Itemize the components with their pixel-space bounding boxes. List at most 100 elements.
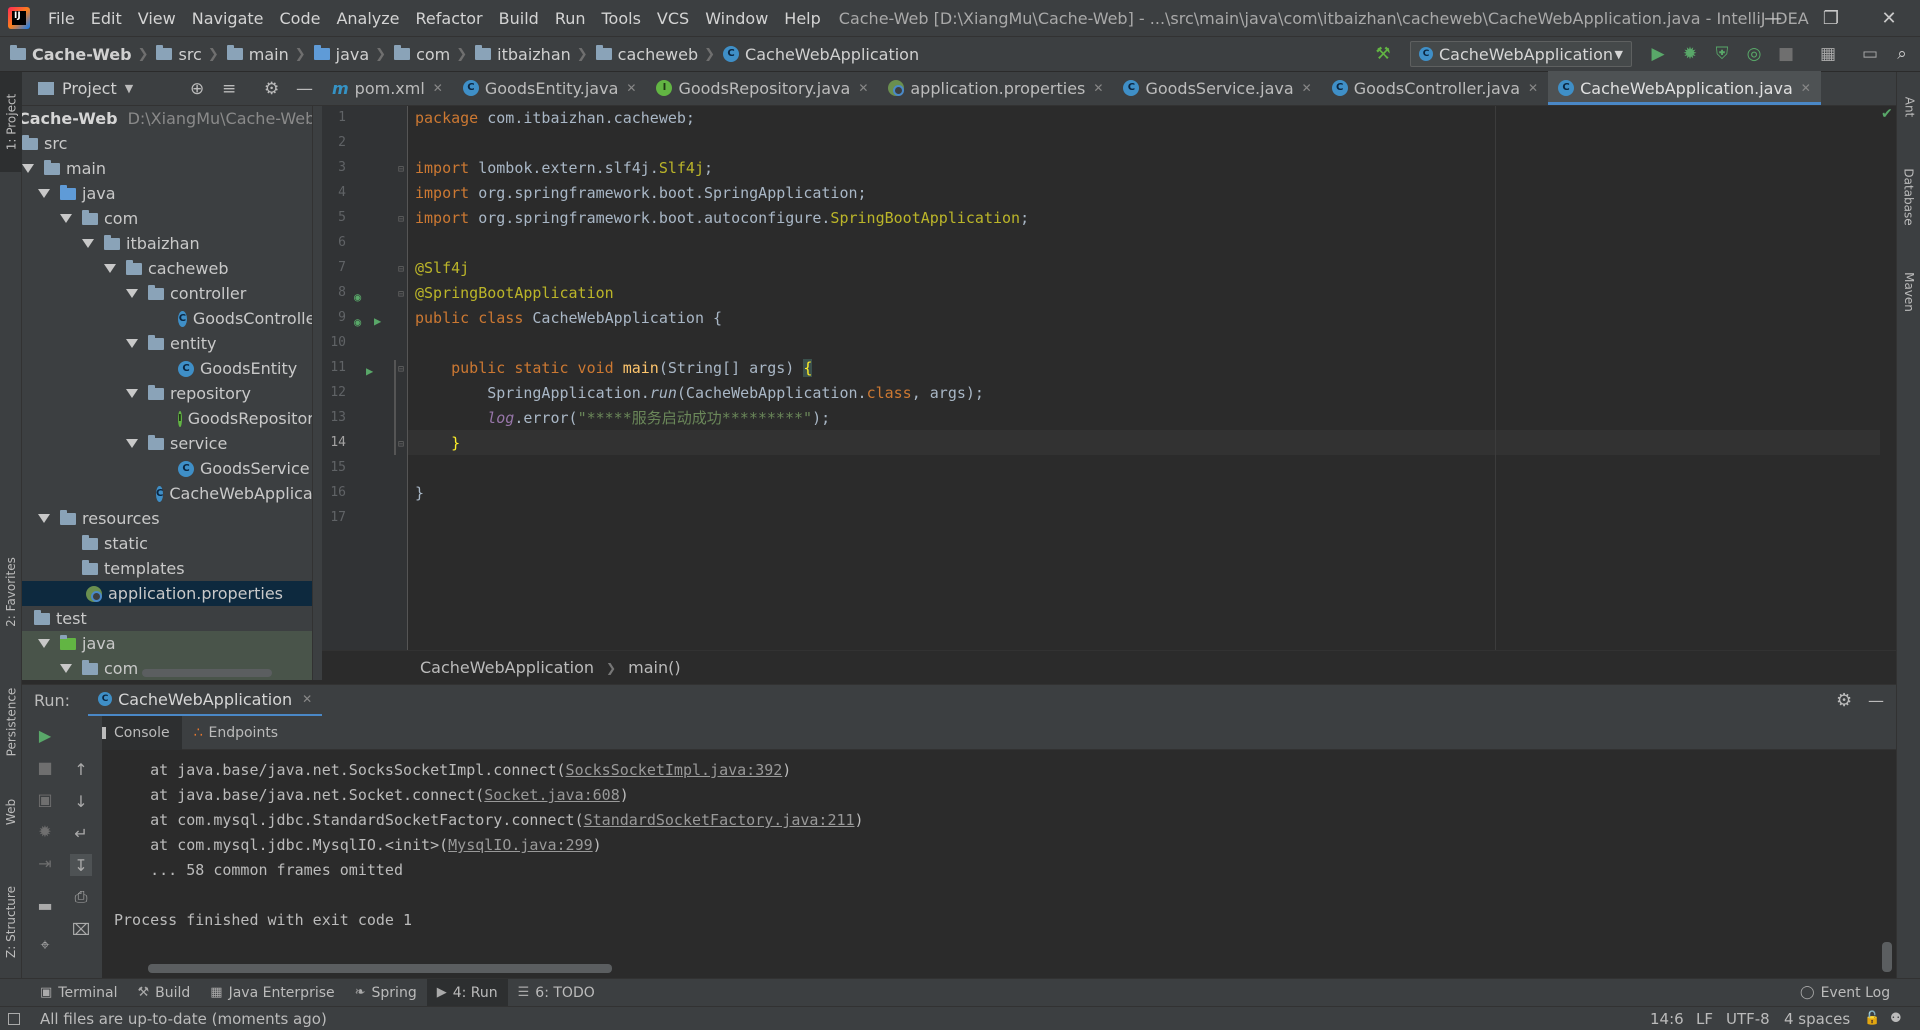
print-icon[interactable]: ⎙ (70, 886, 92, 908)
up-arrow-icon[interactable]: ↑ (70, 758, 92, 780)
tree-item-test[interactable]: test (22, 606, 322, 631)
expand-arrow-icon[interactable] (38, 514, 50, 523)
tree-item-templates[interactable]: templates (22, 556, 322, 581)
stacktrace-link[interactable]: SocksSocketImpl.java:392 (566, 761, 783, 779)
down-arrow-icon[interactable]: ↓ (70, 790, 92, 812)
tab-goodsentity[interactable]: C GoodsEntity.java ✕ (453, 71, 647, 105)
gear-icon[interactable]: ⚙ (264, 79, 279, 99)
tab-goodscontroller[interactable]: C GoodsController.java ✕ (1322, 71, 1548, 105)
tab-pom-xml[interactable]: m pom.xml ✕ (322, 71, 453, 105)
rerun-icon[interactable]: ▶ (34, 724, 56, 746)
profile-icon[interactable]: ◎ (1744, 44, 1764, 64)
tab-goodsservice[interactable]: C GoodsService.java ✕ (1113, 71, 1321, 105)
expand-arrow-icon[interactable] (60, 214, 72, 223)
inspector-icon[interactable]: ⚉ (1890, 1011, 1902, 1026)
expand-arrow-icon[interactable] (126, 389, 138, 398)
bottom-tab-run[interactable]: ▶ 4: Run (426, 978, 508, 1007)
caret-position[interactable]: 14:6 (1650, 1010, 1684, 1028)
collapse-all-icon[interactable]: ≡ (222, 79, 236, 99)
close-tab-icon[interactable]: ✕ (858, 81, 868, 95)
tree-item-cacheweb[interactable]: cacheweb (22, 256, 322, 281)
tab-cachewebapplication[interactable]: C CacheWebApplication.java ✕ (1548, 71, 1821, 105)
menu-view[interactable]: View (130, 9, 184, 28)
indent-setting[interactable]: 4 spaces (1784, 1010, 1850, 1028)
tab-goodsrepository[interactable]: I GoodsRepository.java ✕ (646, 71, 878, 105)
tree-item-test-java[interactable]: java (22, 631, 322, 656)
menu-help[interactable]: Help (776, 9, 828, 28)
fold-icon[interactable]: ⊟ (398, 264, 404, 275)
tree-horizontal-scrollbar[interactable] (142, 669, 272, 677)
fold-icon[interactable]: ⊟ (398, 364, 404, 375)
tool-tab-structure[interactable]: Z: Structure (0, 872, 22, 972)
tree-item-goodsservice[interactable]: C GoodsService (22, 456, 322, 481)
close-tab-icon[interactable]: ✕ (1801, 81, 1811, 95)
tree-item-goodsrepository[interactable]: I GoodsRepository (22, 406, 322, 431)
build-hammer-icon[interactable]: ⚒ (1373, 44, 1393, 64)
tree-root[interactable]: Cache-Web D:\XiangMu\Cache-Web (22, 106, 322, 131)
toggle-tool-windows-icon[interactable] (8, 1012, 20, 1025)
tool-tab-favorites[interactable]: 2: Favorites (0, 542, 22, 642)
scroll-to-end-icon[interactable]: ↧ (70, 854, 92, 876)
hide-panel-icon[interactable]: — (1868, 691, 1884, 710)
close-tab-icon[interactable]: ✕ (1093, 81, 1103, 95)
menu-window[interactable]: Window (697, 9, 776, 28)
gear-icon[interactable]: ⚙ (1836, 690, 1852, 711)
search-icon[interactable]: ⌕ (1892, 44, 1912, 64)
restore-icon[interactable]: ❐ (1802, 0, 1860, 36)
expand-arrow-icon[interactable] (60, 664, 72, 673)
expand-arrow-icon[interactable] (22, 164, 34, 173)
tab-application-properties[interactable]: application.properties ✕ (878, 71, 1113, 105)
stop-icon[interactable]: ■ (1776, 44, 1796, 64)
tree-item-repository[interactable]: repository (22, 381, 322, 406)
breadcrumb-editor-class[interactable]: CacheWebApplication (420, 658, 594, 677)
tool-tab-web[interactable]: Web (0, 782, 22, 842)
coverage-icon[interactable]: ⛨ (1712, 44, 1732, 64)
stacktrace-link[interactable]: MysqlIO.java:299 (448, 836, 593, 854)
breadcrumb-class[interactable]: C CacheWebApplication (715, 45, 919, 64)
tool-tab-persistence[interactable]: Persistence (0, 672, 22, 772)
spring-bean-gutter-icon[interactable]: ◉ (354, 290, 361, 304)
tool-tab-database[interactable]: Database (1897, 152, 1920, 242)
tree-vertical-scrollbar[interactable] (312, 106, 322, 680)
close-tab-icon[interactable]: ✕ (1302, 81, 1312, 95)
tool-tab-ant[interactable]: Ant (1897, 82, 1920, 132)
menu-tools[interactable]: Tools (594, 9, 649, 28)
breadcrumb-project[interactable]: Cache-Web ❯ (0, 45, 148, 64)
bottom-tab-todo[interactable]: ☰ 6: TODO (508, 979, 605, 1007)
console-horizontal-scrollbar[interactable] (148, 964, 612, 973)
menu-vcs[interactable]: VCS (649, 9, 697, 28)
fold-icon[interactable]: ⊟ (398, 289, 404, 300)
pin-icon[interactable]: ⌖ (34, 934, 56, 956)
breadcrumb-com[interactable]: com ❯ (386, 45, 467, 64)
menu-analyze[interactable]: Analyze (328, 9, 407, 28)
tree-item-controller[interactable]: controller (22, 281, 322, 306)
bottom-tab-build[interactable]: ⚒ Build (127, 979, 200, 1007)
fold-icon[interactable]: ⊟ (398, 164, 404, 175)
tree-item-entity[interactable]: entity (22, 331, 322, 356)
menu-build[interactable]: Build (491, 9, 547, 28)
breadcrumb-src[interactable]: src ❯ (148, 45, 219, 64)
line-separator[interactable]: LF (1696, 1010, 1713, 1028)
close-tab-icon[interactable]: ✕ (626, 81, 636, 95)
expand-arrow-icon[interactable] (38, 639, 50, 648)
inspection-ok-icon[interactable]: ✔ (1881, 106, 1893, 122)
chevron-down-icon[interactable]: ▼ (125, 82, 133, 95)
project-panel-title[interactable]: Project (62, 79, 117, 98)
tool-tab-maven[interactable]: Maven (1897, 252, 1920, 332)
breadcrumb-java[interactable]: java ❯ (306, 45, 386, 64)
fold-icon[interactable]: ⊟ (398, 214, 404, 225)
breadcrumb-editor-method[interactable]: main() (628, 658, 680, 677)
menu-code[interactable]: Code (272, 9, 329, 28)
endpoints-tab[interactable]: ∴ Endpoints (182, 716, 291, 750)
file-encoding[interactable]: UTF-8 (1726, 1010, 1770, 1028)
close-tab-icon[interactable]: ✕ (302, 692, 312, 706)
breadcrumb-cacheweb[interactable]: cacheweb ❯ (588, 45, 715, 64)
spring-bean-gutter-icon[interactable]: ◉ (354, 315, 361, 329)
tree-item-src[interactable]: src (22, 131, 322, 156)
close-tab-icon[interactable]: ✕ (1528, 81, 1538, 95)
menu-run[interactable]: Run (547, 9, 594, 28)
lock-icon[interactable]: 🔓 (1864, 1011, 1880, 1026)
layout-icon[interactable]: ▬ (34, 894, 56, 916)
menu-file[interactable]: File (40, 9, 83, 28)
breadcrumb-main[interactable]: main ❯ (219, 45, 306, 64)
